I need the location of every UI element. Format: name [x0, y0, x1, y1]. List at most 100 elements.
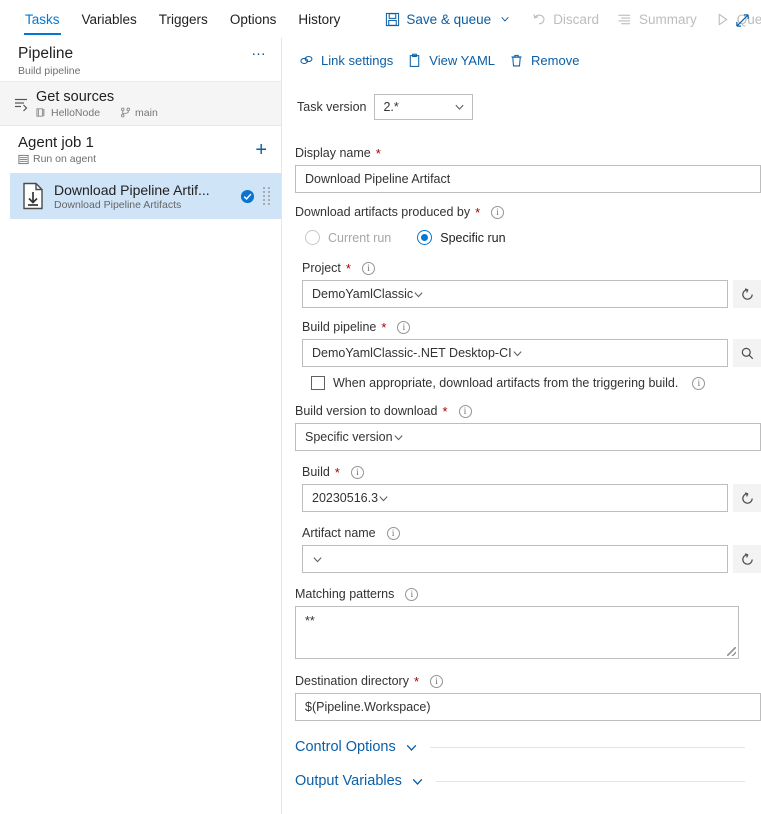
build-pipeline-search-button[interactable] — [733, 339, 761, 367]
discard-button[interactable]: Discard — [522, 0, 608, 38]
required-marker: * — [376, 147, 381, 160]
save-icon — [384, 11, 400, 27]
branch-name: main — [135, 107, 158, 119]
task-drag-handle[interactable] — [263, 187, 271, 205]
build-select[interactable]: 20230516.3 — [302, 484, 728, 512]
build-pipeline-select[interactable]: DemoYamlClassic-.NET Desktop-CI — [302, 339, 728, 367]
required-marker: * — [335, 466, 340, 479]
trash-icon — [509, 53, 524, 68]
field-produced-by: Download artifacts produced by * i Curre… — [295, 205, 761, 245]
remove-label: Remove — [531, 53, 579, 68]
radio-current-run[interactable]: Current run — [305, 230, 391, 245]
tab-triggers[interactable]: Triggers — [148, 0, 219, 38]
chevron-down-icon — [512, 348, 523, 359]
triggering-build-label: When appropriate, download artifacts fro… — [333, 376, 678, 390]
tab-variables[interactable]: Variables — [71, 0, 148, 38]
produced-by-label: Download artifacts produced by — [295, 205, 470, 219]
tab-history[interactable]: History — [287, 0, 351, 38]
save-and-queue-button[interactable]: Save & queue — [375, 0, 522, 38]
info-icon[interactable]: i — [459, 405, 472, 418]
field-build-version: Build version to download * i Specific v… — [295, 404, 761, 451]
triggering-build-checkbox-row[interactable]: When appropriate, download artifacts fro… — [311, 376, 761, 390]
section-output-variables[interactable]: Output Variables — [295, 773, 761, 789]
grip-dot — [263, 199, 265, 201]
link-settings-label: Link settings — [321, 53, 393, 68]
info-icon[interactable]: i — [362, 262, 375, 275]
build-version-label: Build version to download — [295, 404, 437, 418]
grip-dot — [268, 203, 270, 205]
add-task-button[interactable]: + — [255, 143, 267, 157]
project-label-row: Project * i — [302, 261, 761, 275]
link-settings-button[interactable]: Link settings — [295, 49, 403, 72]
display-name-control: Download Pipeline Artifact — [295, 165, 761, 193]
tab-triggers-label: Triggers — [159, 12, 208, 27]
pipeline-title: Pipeline — [18, 44, 80, 64]
radio-indicator-selected — [417, 230, 432, 245]
info-icon[interactable]: i — [692, 377, 705, 390]
task-version-select[interactable]: 2.* — [374, 94, 473, 120]
info-icon[interactable]: i — [405, 588, 418, 601]
resize-handle-icon[interactable] — [727, 647, 736, 656]
project-refresh-button[interactable] — [733, 280, 761, 308]
expand-diagonal-icon — [735, 13, 750, 28]
tab-options[interactable]: Options — [219, 0, 288, 38]
tab-tasks[interactable]: Tasks — [14, 0, 71, 38]
grip-dot — [268, 187, 270, 189]
task-settings-form: Display name * Download Pipeline Artifac… — [283, 146, 761, 789]
display-name-label-row: Display name * — [295, 146, 761, 160]
project-select[interactable]: DemoYamlClassic — [302, 280, 728, 308]
repository-name: HelloNode — [51, 107, 100, 119]
list-icon — [617, 11, 633, 27]
destination-directory-input[interactable]: $(Pipeline.Workspace) — [295, 693, 761, 721]
summary-button[interactable]: Summary — [608, 0, 706, 38]
task-details-panel: Link settings View YAML Remove Task vers… — [283, 38, 761, 814]
build-value: 20230516.3 — [312, 491, 378, 505]
task-action-links: Link settings View YAML Remove — [283, 38, 761, 72]
radio-specific-run[interactable]: Specific run — [417, 230, 505, 245]
section-control-options[interactable]: Control Options — [295, 739, 761, 755]
info-icon[interactable]: i — [397, 321, 410, 334]
chevron-down-icon — [312, 554, 323, 565]
sidebar-item-get-sources[interactable]: Get sources HelloNode main — [0, 82, 281, 126]
build-pipeline-control: DemoYamlClassic-.NET Desktop-CI — [302, 339, 761, 367]
build-label-row: Build * i — [302, 465, 761, 479]
info-icon[interactable]: i — [351, 466, 364, 479]
matching-patterns-textarea[interactable]: ** — [295, 606, 739, 659]
control-options-label: Control Options — [295, 739, 396, 755]
pipeline-more-button[interactable]: … — [251, 44, 267, 58]
required-marker: * — [475, 206, 480, 219]
destination-directory-label-row: Destination directory * i — [295, 674, 761, 688]
output-variables-label: Output Variables — [295, 773, 402, 789]
remove-task-button[interactable]: Remove — [505, 49, 589, 72]
field-destination-directory: Destination directory * i $(Pipeline.Wor… — [295, 674, 761, 721]
sidebar-item-agent-job[interactable]: Agent job 1 Run on agent + — [0, 126, 281, 173]
radio-specific-run-label: Specific run — [440, 231, 505, 245]
build-version-select[interactable]: Specific version — [295, 423, 761, 451]
agent-job-subtitle: Run on agent — [33, 153, 96, 165]
sidebar-item-download-pipeline-artifact[interactable]: Download Pipeline Artif... Download Pipe… — [10, 173, 281, 219]
play-icon — [715, 11, 731, 27]
view-yaml-label: View YAML — [429, 53, 495, 68]
task-version-value: 2.* — [383, 100, 398, 114]
destination-directory-control: $(Pipeline.Workspace) — [295, 693, 761, 721]
chevron-down-icon — [411, 775, 424, 788]
get-sources-icon — [10, 96, 32, 112]
view-yaml-button[interactable]: View YAML — [403, 49, 505, 72]
field-build: Build * i 20230516.3 — [302, 465, 761, 512]
artifact-name-refresh-button[interactable] — [733, 545, 761, 573]
display-name-input[interactable]: Download Pipeline Artifact — [295, 165, 761, 193]
expand-view-button[interactable] — [731, 9, 753, 31]
build-refresh-button[interactable] — [733, 484, 761, 512]
triggering-build-checkbox[interactable] — [311, 376, 325, 390]
chevron-down-icon — [378, 493, 389, 504]
radio-current-run-label: Current run — [328, 231, 391, 245]
build-control: 20230516.3 — [302, 484, 761, 512]
build-label: Build — [302, 465, 330, 479]
chevron-down-icon[interactable] — [497, 11, 513, 27]
info-icon[interactable]: i — [387, 527, 400, 540]
info-icon[interactable]: i — [491, 206, 504, 219]
field-build-pipeline: Build pipeline * i DemoYamlClassic-.NET … — [302, 320, 761, 390]
info-icon[interactable]: i — [430, 675, 443, 688]
task-text: Download Pipeline Artif... Download Pipe… — [54, 182, 240, 211]
artifact-name-select[interactable] — [302, 545, 728, 573]
